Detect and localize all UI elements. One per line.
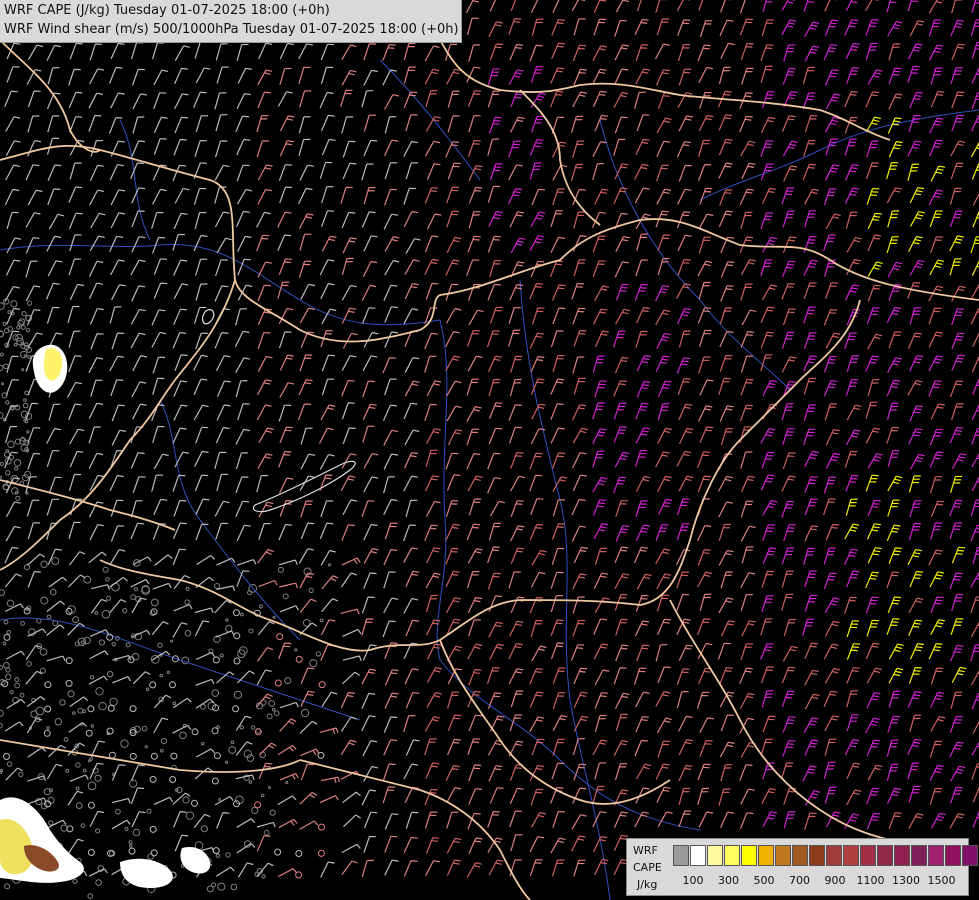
legend-swatch [741, 845, 757, 866]
legend-swatch [843, 845, 859, 866]
legend-label-unit: J/kg [637, 878, 658, 891]
legend-tick-label: 100 [682, 874, 704, 887]
legend-tick-label: 300 [718, 874, 739, 887]
map-title-box: WRF CAPE (J/kg) Tuesday 01-07-2025 18:00… [0, 0, 462, 43]
legend-tick-label: 500 [753, 874, 775, 887]
legend-swatch [962, 845, 978, 866]
legend-swatch [690, 845, 706, 866]
legend-swatch [911, 845, 927, 866]
legend-swatch [826, 845, 842, 866]
legend-tick-labels: 100 300 500 700 900 1100 1300 1500 [673, 874, 963, 888]
legend-label-wrf: WRF [633, 844, 658, 857]
legend-tick-label: 900 [824, 874, 846, 887]
cape-legend: WRF CAPE J/kg 100 300 500 700 900 1100 1300 150… [626, 838, 978, 896]
legend-label-cape: CAPE [633, 861, 662, 874]
legend-swatch [775, 845, 791, 866]
legend-tick-label: 1500 [927, 874, 956, 887]
legend-swatch [945, 845, 961, 866]
legend-swatch [877, 845, 893, 866]
legend-color-scale [673, 845, 979, 866]
legend-swatch [928, 845, 944, 866]
legend-swatch [792, 845, 808, 866]
legend-swatch [724, 845, 740, 866]
legend-swatch [758, 845, 774, 866]
cape-wind-shear-map [0, 0, 979, 900]
legend-swatch [707, 845, 723, 866]
legend-tick-label: 1300 [892, 874, 920, 887]
legend-tick-label: 700 [789, 874, 810, 887]
legend-swatch [860, 845, 876, 866]
legend-tick-label: 1100 [856, 874, 885, 887]
cape-title: WRF CAPE (J/kg) Tuesday 01-07-2025 18:00… [4, 3, 330, 18]
legend-swatch [809, 845, 825, 866]
legend-swatch [894, 845, 910, 866]
wind-shear-title: WRF Wind shear (m/s) 500/1000hPa Tuesday… [4, 22, 459, 37]
legend-swatch [673, 845, 689, 866]
